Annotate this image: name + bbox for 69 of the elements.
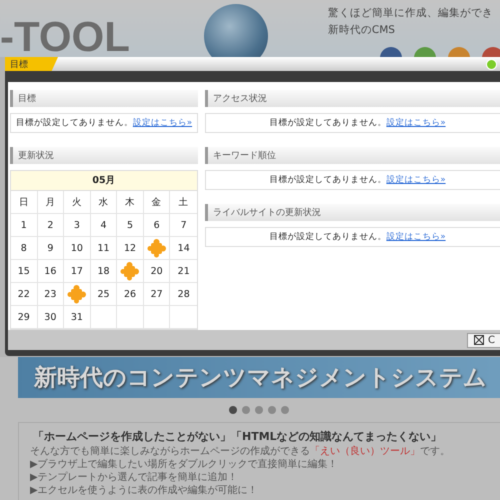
calendar-day[interactable]: 3 xyxy=(74,220,80,230)
calendar-day[interactable]: 20 xyxy=(150,266,163,276)
intro-heading: 「ホームページを作成したことがない」「HTMLなどの知識なんてまったくない」 xyxy=(33,429,443,444)
calendar-day[interactable]: 16 xyxy=(44,266,56,276)
feature-text: ▶ブラウザ上で編集したい場所をダブルクリックで直接簡単に編集！ xyxy=(30,458,339,471)
banner-text: 新時代のコンテンツマネジメントシステム xyxy=(34,364,487,393)
intro-text: そんな方でも簡単に楽しみながらホームページの作成ができる「えい（良い）ツール」です。 xyxy=(30,445,451,458)
section-header: キーワード順位 xyxy=(205,147,500,164)
calendar-day[interactable]: 25 xyxy=(97,288,110,300)
notice-message: 目標が設定してありません。設定はこちら» xyxy=(205,170,500,190)
close-icon xyxy=(474,335,484,345)
section-header: ライバルサイトの更新状況 xyxy=(205,204,500,221)
logo-text: -TOOL xyxy=(0,16,130,58)
weekday-label: 日 xyxy=(18,196,29,208)
calendar-day[interactable]: 22 xyxy=(18,288,30,300)
notice-message: 目標が設定してありません。設定はこちら» xyxy=(10,113,198,133)
calendar-day[interactable]: 8 xyxy=(20,242,27,254)
section-header: アクセス状況 xyxy=(205,90,500,107)
feature-text: ▶テンプレートから選んで記事を簡単に追加！ xyxy=(30,471,239,484)
notice-message: 目標が設定してありません。設定はこちら» xyxy=(205,113,500,133)
calendar-day[interactable]: 9 xyxy=(47,242,54,254)
puzzle-piece-icon xyxy=(146,238,167,258)
calendar-day[interactable]: 2 xyxy=(47,220,54,230)
calendar-day[interactable]: 21 xyxy=(178,266,190,276)
calendar-day[interactable]: 26 xyxy=(124,288,136,300)
settings-link[interactable]: 設定はこちら» xyxy=(132,117,192,129)
calendar-day[interactable]: 28 xyxy=(178,288,190,300)
slide-dot[interactable] xyxy=(255,406,263,414)
calendar-day[interactable]: 31 xyxy=(70,312,83,322)
section-header: 目標 xyxy=(10,90,198,107)
calendar-day[interactable]: 6 xyxy=(154,220,160,230)
section-header: 更新状況 xyxy=(10,147,198,164)
puzzle-piece-icon xyxy=(66,284,87,304)
settings-link[interactable]: 設定はこちら» xyxy=(386,231,446,243)
weekday-label: 木 xyxy=(125,196,136,208)
tagline-text: 新時代のCMS xyxy=(328,23,396,37)
calendar-day[interactable]: 5 xyxy=(127,220,134,230)
slide-dot[interactable] xyxy=(242,406,250,414)
calendar-day[interactable]: 12 xyxy=(124,242,136,254)
weekday-label: 水 xyxy=(98,196,108,208)
calendar-month: 05月 xyxy=(92,174,116,187)
close-button[interactable]: C xyxy=(467,332,500,348)
slide-dot[interactable] xyxy=(281,406,289,414)
slide-dot[interactable] xyxy=(268,406,276,414)
calendar-day[interactable]: 14 xyxy=(178,242,190,254)
calendar-day[interactable]: 30 xyxy=(44,312,56,322)
calendar-day[interactable]: 4 xyxy=(100,220,107,230)
calendar-day[interactable]: 23 xyxy=(44,288,56,300)
calendar-day[interactable]: 15 xyxy=(18,266,30,276)
calendar-day[interactable]: 17 xyxy=(70,266,83,276)
calendar-day[interactable]: 7 xyxy=(180,220,187,230)
calendar-day[interactable]: 18 xyxy=(97,266,110,276)
weekday-label: 土 xyxy=(178,196,189,208)
settings-link[interactable]: 設定はこちら» xyxy=(386,117,446,129)
puzzle-piece-icon xyxy=(120,261,140,281)
calendar-day[interactable]: 11 xyxy=(97,242,110,254)
settings-link[interactable]: 設定はこちら» xyxy=(386,174,446,186)
weekday-label: 火 xyxy=(72,196,82,208)
notice-message: 目標が設定してありません。設定はこちら» xyxy=(205,227,500,247)
weekday-label: 月 xyxy=(45,196,56,208)
slide-dot[interactable] xyxy=(229,406,237,414)
tagline-text: 驚くほど簡単に作成、編集ができ xyxy=(328,6,493,20)
dialog-tab[interactable]: 目標 xyxy=(5,57,58,71)
calendar-day[interactable]: 1 xyxy=(20,220,27,230)
calendar-day[interactable]: 10 xyxy=(70,242,83,254)
weekday-label: 金 xyxy=(152,196,162,208)
calendar-day[interactable]: 27 xyxy=(150,288,163,300)
calendar-day[interactable]: 29 xyxy=(18,312,30,322)
feature-text: ▶エクセルを使うように表の作成や編集が可能に！ xyxy=(30,484,259,497)
